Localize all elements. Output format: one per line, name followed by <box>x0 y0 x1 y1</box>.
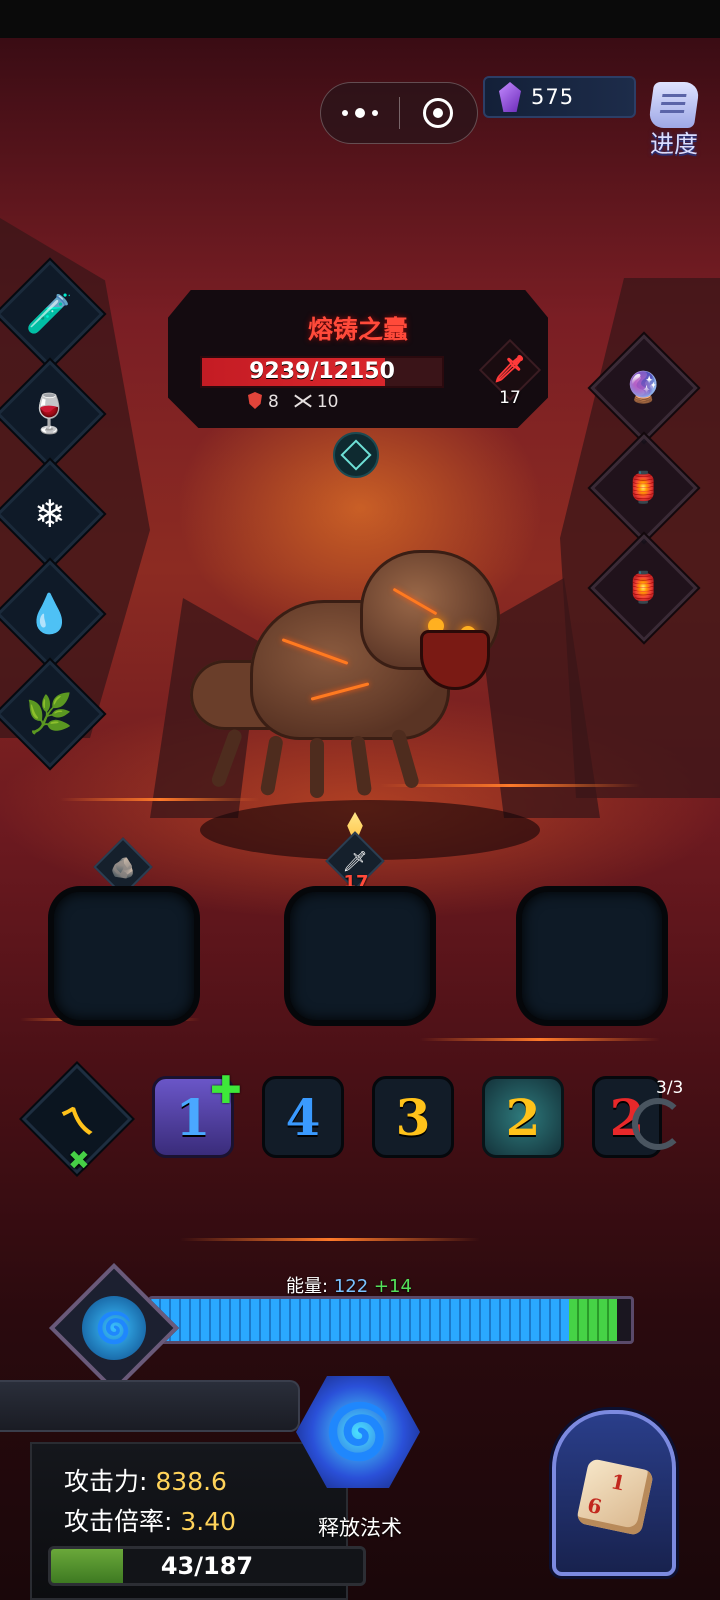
dagger-icon: 🗡 <box>342 848 368 873</box>
crystal-orb-icon: 🔮 <box>625 370 663 406</box>
crossed-swords-icon <box>293 393 313 409</box>
close-target-icon[interactable] <box>400 98 478 128</box>
attack-label: 攻击力: <box>64 1467 148 1496</box>
ore-icon: 🪨 <box>110 855 136 879</box>
boss-armor: 8 <box>248 392 279 412</box>
boss-name: 熔铸之蠹 <box>307 315 408 344</box>
die-3[interactable]: 3 <box>372 1076 454 1158</box>
dice-side-face: 6 <box>585 1492 604 1520</box>
reroll-icon[interactable] <box>632 1098 684 1150</box>
add-die-icon[interactable]: ✚ <box>210 1068 242 1112</box>
dice-top-face: 1 <box>608 1469 628 1496</box>
spell-cancel-icon[interactable]: ✖ <box>68 1146 90 1176</box>
die-4[interactable]: 2 <box>482 1076 564 1158</box>
dice-slot-1[interactable] <box>54 892 194 1020</box>
energy-bar <box>148 1296 634 1344</box>
multiplier-stat: 攻击倍率: 3.40 <box>64 1502 236 1538</box>
purple-gem-icon <box>499 82 521 112</box>
red-potion-icon: 🍷 <box>26 391 74 436</box>
boss-armor-value: 8 <box>268 392 279 412</box>
energy-gain: +14 <box>373 1276 412 1297</box>
shield-icon <box>248 392 262 409</box>
rune-icon <box>340 439 372 471</box>
boss-intent-value: 17 <box>499 388 521 408</box>
lantern-icon: 🏮 <box>625 570 663 606</box>
spell-rune-icon: ㄟ <box>58 1101 96 1143</box>
boss-monster[interactable] <box>190 540 530 830</box>
swirl-icon: 🌀 <box>82 1296 146 1360</box>
monster-leg <box>310 738 324 798</box>
boss-hp-bar: 9239/12150 <box>200 356 444 388</box>
dagger-icon: 🗡 <box>493 354 527 385</box>
energy-label: 能量: 122 +14 <box>286 1272 412 1298</box>
herb-pot-icon: 🌿 <box>26 691 74 736</box>
status-bar <box>0 0 720 38</box>
monster-leg <box>209 727 244 789</box>
gem-count: 575 <box>531 85 575 109</box>
boss-stats: 8 10 <box>248 392 338 412</box>
die-2[interactable]: 4 <box>262 1076 344 1158</box>
multiplier-value: 3.40 <box>180 1507 237 1536</box>
incoming-damage: 17 <box>343 872 369 893</box>
boss-attack: 10 <box>293 392 339 412</box>
boss-status-effect[interactable] <box>333 432 379 478</box>
more-menu-icon[interactable] <box>321 108 399 118</box>
energy-value: 122 <box>333 1276 369 1297</box>
energy-fill <box>151 1299 570 1341</box>
ice-spirit-icon: ❄ <box>34 492 66 536</box>
cast-spell-label: 释放法术 <box>318 1516 402 1540</box>
dice-slot-3[interactable] <box>522 892 662 1020</box>
water-leaf-icon: 💧 <box>26 591 74 636</box>
mana-potion-icon: 🧪 <box>26 291 74 336</box>
attack-value: 838.6 <box>155 1467 227 1496</box>
dice-slot-2[interactable] <box>290 892 430 1020</box>
reroll-count: 3/3 <box>656 1078 684 1098</box>
player-hp-text: 43/187 <box>160 1552 254 1580</box>
monster-leg <box>259 734 284 797</box>
progress-label: 进度 <box>650 130 698 158</box>
energy-gain-fill <box>569 1299 618 1341</box>
progress-button[interactable]: 进度 <box>632 82 716 162</box>
lantern-icon: 🏮 <box>625 470 663 506</box>
side-tab[interactable] <box>0 1380 300 1432</box>
dice-bag-button[interactable]: 1 6 <box>552 1410 676 1576</box>
scroll-icon <box>647 82 701 128</box>
mini-program-capsule[interactable] <box>320 82 478 144</box>
attack-stat: 攻击力: 838.6 <box>64 1462 227 1498</box>
gem-counter[interactable]: 575 <box>483 76 636 118</box>
energy-label-text: 能量: <box>286 1276 329 1297</box>
dice-icon: 1 6 <box>575 1457 655 1537</box>
boss-hp-text: 9239/12150 <box>249 359 395 384</box>
monster-leg <box>350 735 373 797</box>
boss-attack-value: 10 <box>316 392 339 412</box>
multiplier-label: 攻击倍率: <box>64 1507 173 1536</box>
player-hp-bar: 43/187 <box>48 1546 366 1586</box>
